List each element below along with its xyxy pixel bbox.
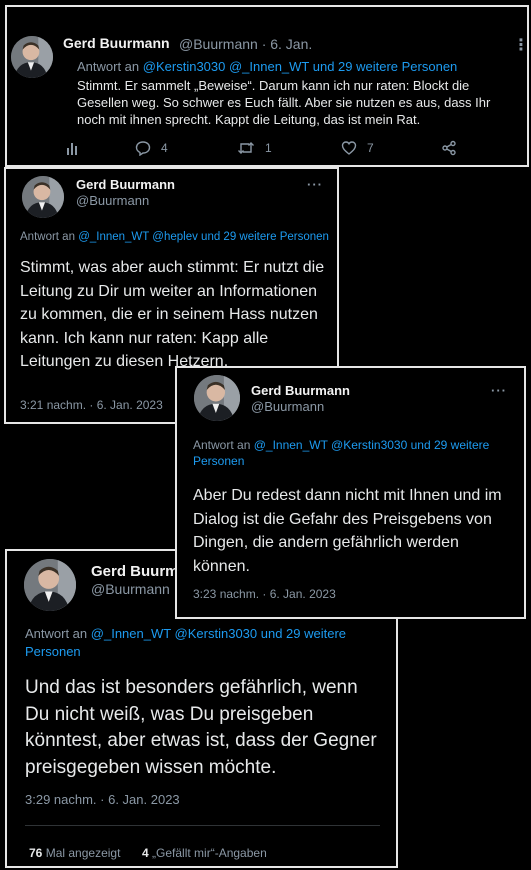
timestamp[interactable]: 3:29 nachm. · 6. Jan. 2023	[25, 792, 180, 807]
retweet-action[interactable]: 1	[237, 140, 272, 156]
divider	[25, 825, 380, 826]
views-count: 76	[29, 846, 43, 860]
tweet-card-3[interactable]: Gerd Buurmann @Buurmann ··· Antwort an @…	[175, 366, 526, 619]
views-stat[interactable]: 76 Mal angezeigt	[29, 846, 120, 860]
author-name[interactable]: Gerd Buurmann	[63, 35, 170, 51]
profile-photo-icon	[194, 375, 240, 421]
avatar[interactable]	[194, 375, 240, 421]
heart-icon	[341, 141, 357, 155]
reply-prefix: Antwort an	[20, 231, 75, 243]
reply-links[interactable]: @Kerstin3030 @_Innen_WT und 29 weitere P…	[143, 59, 458, 74]
tweet-text: Und das ist besonders gefährlich, wenn D…	[25, 677, 377, 778]
retweet-icon	[238, 142, 254, 154]
timestamp[interactable]: 3:23 nachm. · 6. Jan. 2023	[193, 587, 336, 601]
author-handle-time[interactable]: @Buurmann · 6. Jan.	[179, 36, 312, 52]
more-options-icon[interactable]: ···	[307, 177, 323, 192]
profile-photo-icon	[24, 559, 76, 611]
like-action[interactable]: 7	[341, 140, 374, 156]
more-options-icon[interactable]: ···	[491, 383, 507, 398]
author-handle[interactable]: @Buurmann	[251, 399, 324, 414]
avatar[interactable]	[22, 176, 64, 218]
reply-prefix: Antwort an	[25, 626, 88, 641]
tweet-card-1[interactable]: Gerd Buurmann @Buurmann · 6. Jan. ⋮ Antw…	[5, 5, 529, 167]
share-icon	[442, 140, 456, 156]
reply-prefix: Antwort an	[77, 59, 140, 74]
views-label: Mal angezeigt	[45, 846, 121, 860]
author-handle[interactable]: @Buurmann	[91, 581, 170, 597]
author-name[interactable]: Gerd Buurmann	[251, 383, 350, 398]
avatar[interactable]	[11, 36, 53, 78]
reply-prefix: Antwort an	[193, 438, 251, 452]
reply-links[interactable]: @_Innen_WT @heplev und 29 weitere Person…	[78, 231, 329, 243]
tweet-text: Stimmt, was aber auch stimmt: Er nutzt d…	[20, 259, 325, 370]
profile-photo-icon	[22, 176, 64, 218]
like-count: 7	[367, 141, 374, 155]
reply-count: 4	[161, 141, 168, 155]
share-action[interactable]	[441, 140, 457, 156]
stats-action[interactable]	[65, 140, 81, 156]
reply-context: Antwort an @_Innen_WT @heplev und 29 wei…	[20, 230, 329, 246]
reply-action[interactable]: 4	[135, 140, 168, 156]
author-name[interactable]: Gerd Buurmann	[76, 177, 175, 192]
retweet-count: 1	[265, 141, 272, 155]
tweet-text: Aber Du redest dann nicht mit Ihnen und …	[193, 487, 502, 575]
avatar[interactable]	[24, 559, 76, 611]
more-options-icon[interactable]: ⋮	[513, 35, 530, 55]
timestamp[interactable]: 3:21 nachm. · 6. Jan. 2023	[20, 398, 163, 412]
reply-context: Antwort an @Kerstin3030 @_Innen_WT und 2…	[77, 58, 457, 76]
stats-icon	[67, 143, 77, 155]
likes-count: 4	[142, 846, 149, 860]
profile-photo-icon	[11, 36, 53, 78]
author-handle[interactable]: @Buurmann	[76, 193, 149, 208]
reply-icon	[135, 141, 151, 156]
likes-label: „Gefällt mir“-Angaben	[152, 846, 267, 860]
reply-context: Antwort an @_Innen_WT @Kerstin3030 und 2…	[193, 437, 513, 469]
likes-stat[interactable]: 4 „Gefällt mir“-Angaben	[142, 846, 267, 860]
tweet-text: Stimmt. Er sammelt „Beweise“. Darum kann…	[77, 78, 491, 127]
reply-context: Antwort an @_Innen_WT @Kerstin3030 und 2…	[25, 625, 375, 660]
